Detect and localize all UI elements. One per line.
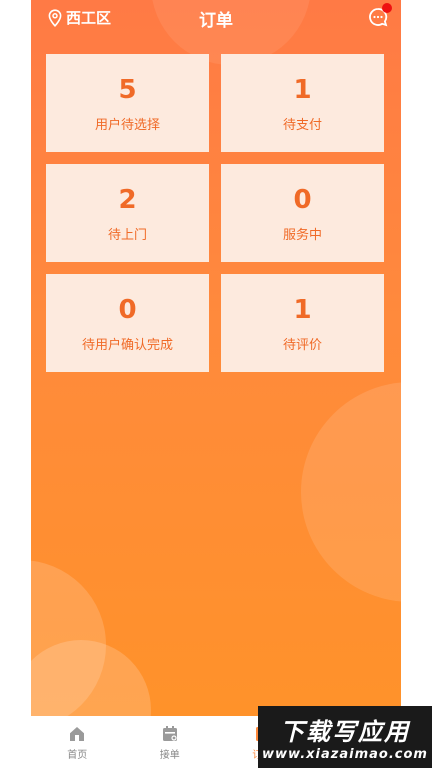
order-status-label: 待用户确认完成	[81, 337, 173, 353]
order-count: 1	[293, 294, 312, 325]
watermark-url: www.xiazaimao.com	[262, 747, 428, 762]
order-count: 0	[293, 184, 312, 215]
order-count: 0	[118, 294, 137, 325]
decorative-circle	[31, 640, 151, 716]
order-card-in-service[interactable]: 0 服务中	[221, 164, 384, 262]
order-card-pending-review[interactable]: 1 待评价	[221, 274, 384, 372]
order-status-label: 服务中	[282, 227, 322, 243]
home-icon	[70, 727, 85, 741]
decorative-circle	[301, 382, 401, 602]
tab-label: 首页	[67, 750, 88, 761]
order-status-label: 待上门	[107, 227, 147, 243]
top-header: 西工区 订单	[31, 0, 401, 34]
tab-accept-orders[interactable]: 接单	[125, 716, 215, 768]
order-status-label: 用户待选择	[94, 117, 160, 133]
order-card-pending-payment[interactable]: 1 待支付	[221, 54, 384, 152]
calendar-icon	[162, 726, 177, 741]
tab-label: 接单	[159, 750, 180, 761]
order-status-label: 待支付	[282, 117, 322, 133]
order-status-grid: 5 用户待选择 1 待支付 2 待上门 0 服务中 0 待用户确认完成 1 待评…	[46, 54, 386, 372]
order-card-pending-selection[interactable]: 5 用户待选择	[46, 54, 209, 152]
order-card-pending-visit[interactable]: 2 待上门	[46, 164, 209, 262]
order-count: 1	[293, 74, 312, 105]
order-count: 5	[118, 74, 137, 105]
notification-badge	[382, 3, 392, 13]
message-button[interactable]	[367, 3, 392, 28]
order-count: 2	[118, 184, 137, 215]
page-title: 订单	[199, 11, 233, 31]
tab-home[interactable]: 首页	[32, 716, 122, 768]
order-screen: 西工区 订单 5 用户待选择 1 待支付 2 待上门 0 服务中 0 待用户确认…	[31, 0, 401, 716]
order-card-pending-confirmation[interactable]: 0 待用户确认完成	[46, 274, 209, 372]
site-watermark: 下载写应用 www.xiazaimao.com	[258, 706, 432, 768]
watermark-title: 下载写应用	[280, 718, 410, 746]
order-status-label: 待评价	[282, 337, 322, 353]
